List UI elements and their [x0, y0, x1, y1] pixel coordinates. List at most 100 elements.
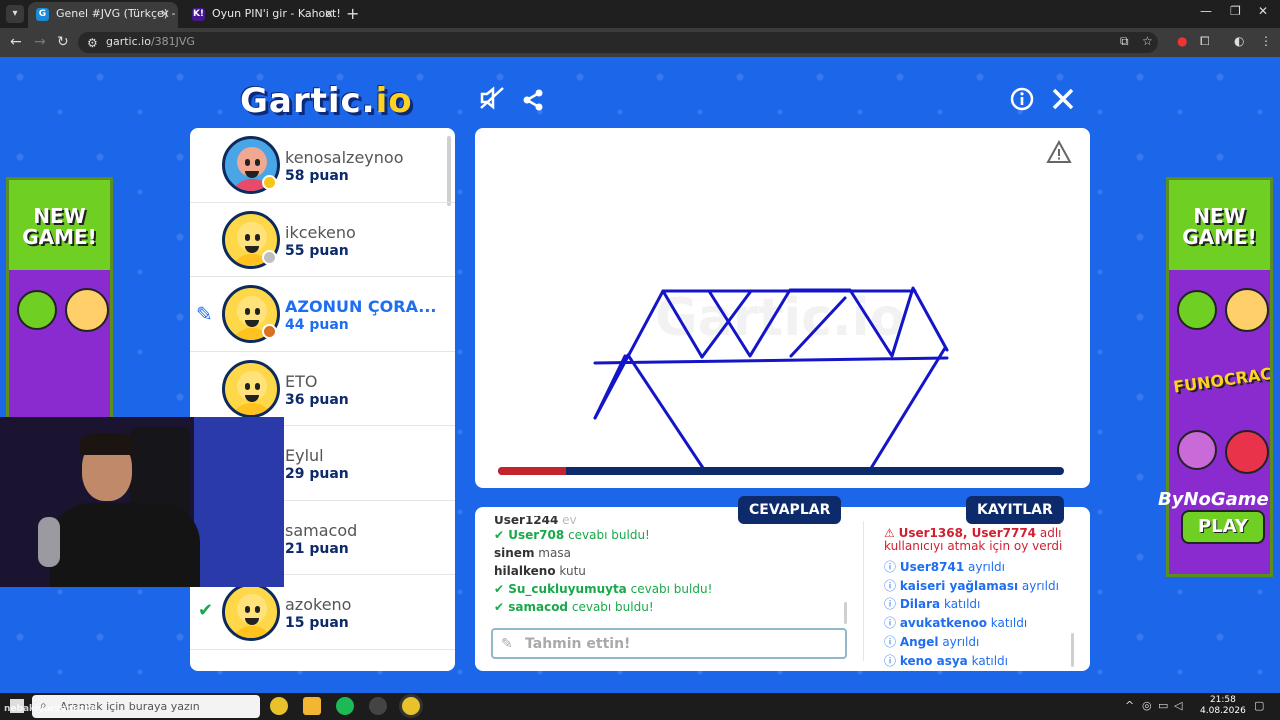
answer-entry: ✔ Su_cukluyumuyta cevabı buldu! — [494, 580, 844, 598]
log-entry: ⓘ keno asya katıldı — [884, 652, 1074, 671]
log-user: kaiseri yağlaması — [899, 578, 1019, 593]
tray-chevron-icon[interactable]: ^ — [1125, 699, 1134, 712]
site-info-icon[interactable]: ⚙ — [87, 36, 98, 50]
answer-text: masa — [538, 546, 571, 560]
logs-scrollbar[interactable] — [1071, 633, 1074, 667]
notification-icon[interactable]: ▢ — [1254, 699, 1264, 712]
browser-menu-icon[interactable]: ⋮ — [1260, 34, 1272, 48]
info-circle-icon: ⓘ — [884, 597, 900, 612]
guess-input[interactable]: ✎ Tahmin ettin! — [491, 628, 847, 659]
share-icon[interactable] — [521, 88, 545, 118]
file-explorer-icon[interactable] — [303, 697, 321, 715]
back-arrow-icon[interactable]: ← — [10, 34, 22, 50]
windows-taskbar: ⌕ Aramak için buraya yazın nebakiyorsunu… — [0, 693, 1280, 720]
thumbs-up-character-icon — [17, 290, 57, 330]
round-timer-fill — [498, 467, 566, 475]
answer-user: samacod — [508, 600, 569, 614]
tab-close-icon[interactable]: ✕ — [160, 2, 170, 26]
log-user: User8741 — [899, 560, 965, 574]
right-ad-banner[interactable]: NEW GAME! FUNOCRACY PLAY — [1166, 177, 1273, 577]
players-list[interactable]: kenosalzeynoo 58 puan ikcekeno 55 puan ✎ AZON… — [190, 128, 455, 671]
answer-user: User708 — [508, 528, 565, 542]
answers-list: User1244 ev ✔ User708 cevabı buldu! sinem … — [494, 516, 844, 616]
url-field[interactable]: ⚙ gartic.io/381JVG — [78, 32, 1158, 53]
avatar-mouth — [245, 618, 259, 625]
logs-tab-label: KAYITLAR — [966, 496, 1064, 524]
gartic-favicon-icon: G — [36, 8, 49, 21]
ad-new-game-text: NEW GAME! — [22, 204, 97, 249]
minimize-icon[interactable]: — — [1200, 4, 1212, 18]
player-name: kenosalzeynoo — [285, 148, 404, 167]
player-points: 44 puan — [285, 317, 349, 333]
clock-date: 4.08.2026 — [1200, 706, 1246, 716]
avatar-body — [231, 402, 273, 415]
sound-off-icon[interactable] — [479, 86, 505, 116]
new-tab-button[interactable]: + — [346, 4, 359, 23]
network-icon[interactable]: ▭ — [1158, 699, 1168, 712]
log-user: Dilara — [899, 597, 941, 612]
answer-text: cevabı buldu! — [568, 528, 650, 542]
chrome-active-icon[interactable] — [402, 697, 420, 715]
player-points: 55 puan — [285, 242, 349, 259]
player-row[interactable]: ikcekeno 55 puan — [190, 203, 455, 277]
answer-entry: hilalkeno kutu — [494, 562, 844, 580]
player-row[interactable]: ✎ AZONUN ÇORA... 44 puan — [190, 277, 455, 352]
cast-icon[interactable]: ⧉ — [1120, 34, 1129, 49]
forward-arrow-icon[interactable]: → — [34, 34, 46, 50]
log-entry: ⓘ Angel ayrıldı — [884, 633, 1074, 652]
taskbar-clock[interactable]: 21:58 4.08.2026 — [1200, 695, 1246, 717]
avatar-mouth — [245, 394, 259, 402]
bookmark-star-icon[interactable]: ☆ — [1142, 34, 1153, 48]
reload-icon[interactable]: ↻ — [57, 34, 69, 50]
info-circle-icon: ⓘ — [884, 560, 900, 574]
profile-icon[interactable]: ◐ — [1234, 34, 1244, 48]
webcam-overlay — [0, 417, 284, 587]
answer-text: cevabı buldu! — [630, 582, 713, 596]
tab-close-icon[interactable]: ✕ — [324, 2, 334, 26]
extension-record-icon[interactable]: ● — [1177, 34, 1187, 48]
window-close-icon[interactable]: ✕ — [1258, 4, 1268, 18]
close-game-icon[interactable] — [1051, 87, 1075, 117]
log-action: ayrıldı — [942, 634, 980, 649]
answer-entry: User1244 ev — [494, 516, 844, 526]
player-row[interactable]: kenosalzeynoo 58 puan — [190, 128, 455, 203]
player-points: 36 puan — [285, 391, 349, 408]
info-circle-icon: ⓘ — [884, 616, 900, 631]
webcam-person-body — [50, 503, 200, 587]
ad-play-button[interactable]: PLAY — [1181, 510, 1265, 544]
avatar-mouth — [245, 245, 259, 253]
player-name: azokeno — [285, 595, 352, 614]
answer-user: hilalkeno — [494, 564, 556, 578]
blonde-character-icon — [65, 288, 109, 332]
player-rank-badge — [262, 324, 277, 339]
answers-scrollbar[interactable] — [844, 602, 847, 624]
restore-icon[interactable]: ❐ — [1230, 4, 1241, 18]
extensions-puzzle-icon[interactable]: ⧠ — [1200, 34, 1210, 49]
browser-tab-bar: ▾ G Genel #JVG (Türkçe) - Gartic.io ✕ K!… — [0, 0, 1280, 28]
tab-kahoot[interactable]: K! Oyun PIN'i gir - Kahoot! ✕ — [184, 2, 342, 28]
tray-app-icon[interactable]: ◎ — [1142, 699, 1152, 712]
log-action: katıldı — [990, 616, 1028, 631]
player-row[interactable]: ETO 36 puan — [190, 352, 455, 426]
player-avatar — [222, 583, 280, 641]
answer-text: ev — [562, 516, 577, 526]
volume-icon[interactable]: ◁ — [1174, 699, 1182, 712]
log-user: Angel — [899, 634, 939, 649]
obs-icon[interactable] — [369, 697, 387, 715]
chrome-icon[interactable] — [270, 697, 288, 715]
info-circle-icon: ⓘ — [884, 634, 900, 649]
tab-search-button[interactable]: ▾ — [6, 5, 24, 23]
log-entry: ⓘ Dilara katıldı — [884, 595, 1074, 614]
log-action: ayrıldı — [968, 560, 1006, 574]
spotify-icon[interactable] — [336, 697, 354, 715]
url-domain: gartic.io — [106, 35, 151, 48]
drawing-canvas[interactable]: Gartic.io — [475, 128, 1090, 488]
answer-entry: ✔ samacod cevabı buldu! — [494, 598, 844, 616]
tab-gartic[interactable]: G Genel #JVG (Türkçe) - Gartic.io ✕ — [28, 2, 178, 28]
log-user: keno asya — [899, 653, 968, 668]
gartic-logo[interactable]: Gartic.io — [240, 81, 413, 121]
answer-entry: ✔ User708 cevabı buldu! — [494, 526, 844, 544]
info-icon[interactable] — [1010, 87, 1034, 117]
avatar-eye — [255, 606, 260, 613]
player-points: 15 puan — [285, 615, 349, 631]
